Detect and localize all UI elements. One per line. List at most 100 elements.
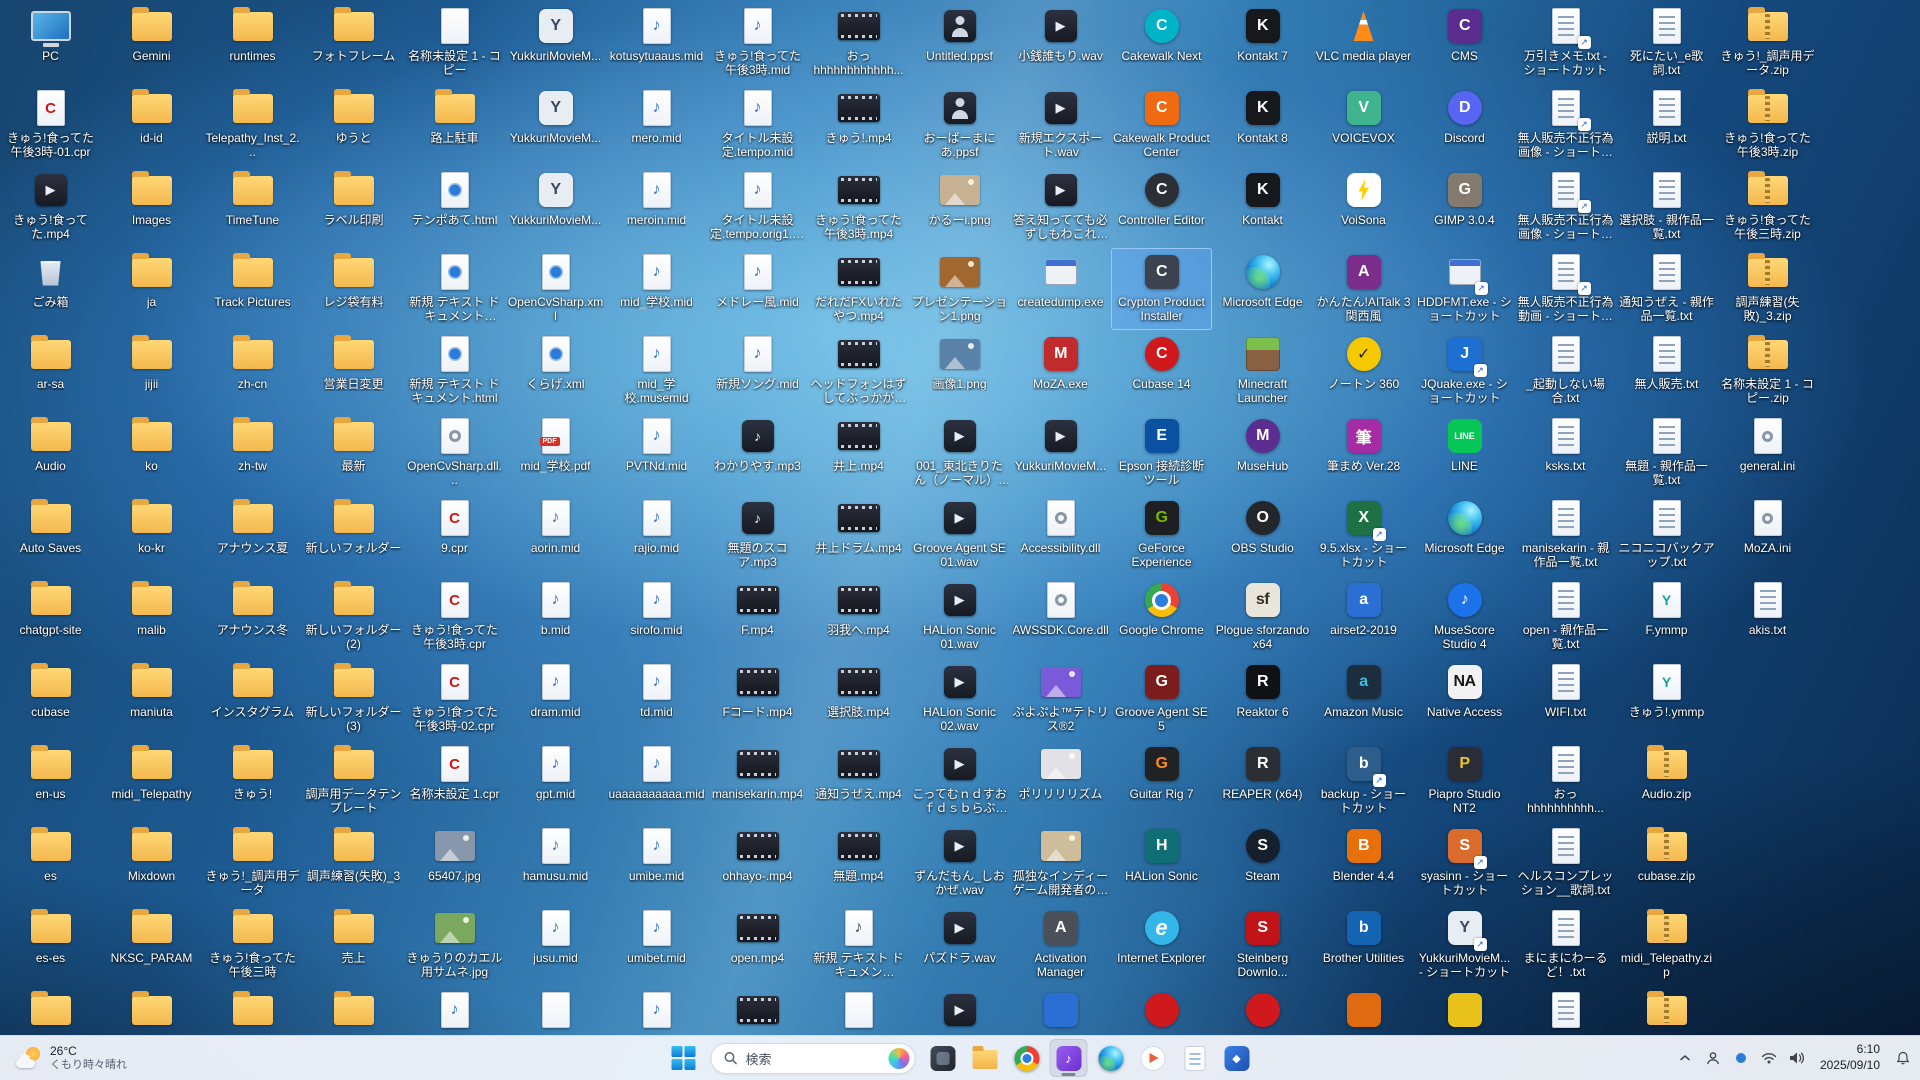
desktop-icon[interactable]: ▶ HALion Sonic 02.wav [909, 658, 1010, 740]
desktop-icon[interactable]: ko-kr [101, 494, 202, 576]
desktop-icon[interactable]: ♪ aorin.mid [505, 494, 606, 576]
desktop-icon[interactable]: F.mp4 [707, 576, 808, 658]
desktop-icon[interactable]: ↗無人販売不正行為画像 - ショートカッ... [1515, 84, 1616, 166]
desktop-icon[interactable]: Y YukkuriMovieM... [505, 2, 606, 84]
desktop-icon[interactable]: ar-sa [0, 330, 101, 412]
desktop-icon[interactable]: Y YukkuriMovieM... [505, 84, 606, 166]
desktop-icon[interactable]: sf Plogue sforzando x64 [1212, 576, 1313, 658]
desktop-icon[interactable]: C きゅう!食ってた午後3時.cpr [404, 576, 505, 658]
desktop-icon[interactable]: まにまにわーるど！.txt [1515, 904, 1616, 986]
search-box[interactable]: 検索 [710, 1042, 916, 1074]
desktop-icon[interactable]: Y F.ymmp [1616, 576, 1717, 658]
desktop-icon[interactable]: a Amazon Music [1313, 658, 1414, 740]
desktop-icon[interactable]: かるーi.png [909, 166, 1010, 248]
desktop-icon[interactable]: C 9.cpr [404, 494, 505, 576]
desktop-icon[interactable]: きゅうりのカエル用サムネ.jpg [404, 904, 505, 986]
desktop-icon[interactable]: ♪ umibet.mid [606, 904, 707, 986]
desktop-icon[interactable]: 調声用データテンプレート [303, 740, 404, 822]
chrome-button[interactable] [1008, 1039, 1046, 1077]
desktop-icon[interactable]: K Kontakt 8 [1212, 84, 1313, 166]
desktop-icon[interactable]: 路上駐車 [404, 84, 505, 166]
desktop-icon[interactable]: MoZA.ini [1717, 494, 1818, 576]
desktop-icon[interactable]: ↗無人販売不正行為画像 - ショートカット [1515, 166, 1616, 248]
desktop-icon[interactable]: Y きゅう!.ymmp [1616, 658, 1717, 740]
desktop-icon[interactable]: ksks.txt [1515, 412, 1616, 494]
desktop-icon[interactable]: open.mp4 [707, 904, 808, 986]
desktop-icon[interactable]: ▶ こってむｎｄすおｆｄｓｂらぶぁ.wav [909, 740, 1010, 822]
desktop-icon[interactable]: 新しいフォルダー [303, 494, 404, 576]
desktop-icon[interactable]: S Steinberg Downlo... [1212, 904, 1313, 986]
desktop-icon[interactable]: 通知うぜえ.mp4 [808, 740, 909, 822]
desktop-icon[interactable] [202, 986, 303, 1036]
desktop-icon[interactable]: ♪ [606, 986, 707, 1036]
desktop-icon[interactable]: NKSC_PARAM [101, 904, 202, 986]
desktop-icon[interactable]: Accessibility.dll [1010, 494, 1111, 576]
desktop-icon[interactable] [505, 986, 606, 1036]
desktop-icon[interactable]: 説明.txt [1616, 84, 1717, 166]
desktop-icon[interactable]: ↗ 万引きメモ.txt - ショートカット [1515, 2, 1616, 84]
desktop-icon[interactable]: zh-tw [202, 412, 303, 494]
edge-button[interactable] [1092, 1039, 1130, 1077]
desktop-icon[interactable]: P Piapro Studio NT2 [1414, 740, 1515, 822]
desktop-icon[interactable]: 羽我へ.mp4 [808, 576, 909, 658]
desktop-icon[interactable]: LINE LINE [1414, 412, 1515, 494]
desktop-icon[interactable]: Track Pictures [202, 248, 303, 330]
desktop-icon[interactable]: OpenCvSharp.dll... [404, 412, 505, 494]
desktop-icon[interactable]: Minecraft Launcher [1212, 330, 1313, 412]
desktop-icon[interactable]: open - 親作品一覧.txt [1515, 576, 1616, 658]
desktop-icon[interactable]: ✓ ノートン 360 [1313, 330, 1414, 412]
desktop-icon[interactable]: ▶ 001_東北きりたん（ノーマル）_今しゃ... [909, 412, 1010, 494]
desktop-icon[interactable]: 選択肢 - 親作品一覧.txt [1616, 166, 1717, 248]
desktop-icon[interactable]: 選択肢.mp4 [808, 658, 909, 740]
desktop-icon[interactable]: ♪ rajio.mid [606, 494, 707, 576]
desktop-icon[interactable]: malib [101, 576, 202, 658]
desktop-icon[interactable]: K Kontakt [1212, 166, 1313, 248]
desktop-icon[interactable]: Audio.zip [1616, 740, 1717, 822]
desktop-icon[interactable]: ゆうと [303, 84, 404, 166]
desktop-icon[interactable]: Microsoft Edge [1212, 248, 1313, 330]
desktop-icon[interactable]: ♪ jusu.mid [505, 904, 606, 986]
desktop-icon[interactable]: O OBS Studio [1212, 494, 1313, 576]
desktop-icon[interactable]: ↗ HDDFMT.exe - ショートカット [1414, 248, 1515, 330]
desktop-icon[interactable]: ♪ [404, 986, 505, 1036]
desktop-icon[interactable] [1010, 986, 1111, 1036]
desktop-icon[interactable]: _起動しない場合.txt [1515, 330, 1616, 412]
desktop-icon[interactable]: ♪ meroin.mid [606, 166, 707, 248]
desktop-icon[interactable]: maniuta [101, 658, 202, 740]
desktop-icon[interactable]: ♪ 無題のスコア.mp3 [707, 494, 808, 576]
desktop-icon[interactable]: きゅう!食ってた午後三時 [202, 904, 303, 986]
desktop-icon[interactable]: X ↗ 9.5.xlsx - ショートカット [1313, 494, 1414, 576]
desktop-icon[interactable]: C Crypton Product Installer [1111, 248, 1212, 330]
desktop-icon[interactable]: 最新 [303, 412, 404, 494]
desktop-icon[interactable]: 売上 [303, 904, 404, 986]
tray-chevron-up-icon[interactable] [1672, 1042, 1698, 1074]
desktop-icon[interactable]: くらげ.xml [505, 330, 606, 412]
weather-widget[interactable]: 26°C くもり時々晴れ [6, 1041, 137, 1076]
desktop-icon[interactable]: Auto Saves [0, 494, 101, 576]
desktop-icon[interactable]: 無題 - 親作品一覧.txt [1616, 412, 1717, 494]
desktop-icon[interactable]: G GeForce Experience [1111, 494, 1212, 576]
desktop-icon[interactable] [1616, 986, 1717, 1036]
desktop-icon[interactable]: midi_Telepathy.zip [1616, 904, 1717, 986]
desktop-icon[interactable]: S Steam [1212, 822, 1313, 904]
desktop-icon[interactable]: Y ↗ YukkuriMovieM... - ショートカット [1414, 904, 1515, 986]
desktop-icon[interactable]: ♪ b.mid [505, 576, 606, 658]
desktop-icon[interactable]: 新しいフォルダー (2) [303, 576, 404, 658]
desktop-icon[interactable]: G Guitar Rig 7 [1111, 740, 1212, 822]
desktop-icon[interactable] [1212, 986, 1313, 1036]
desktop-icon[interactable]: C Controller Editor [1111, 166, 1212, 248]
desktop-icon[interactable]: ▶ ずんだもん_しおかぜ.wav [909, 822, 1010, 904]
desktop-icon[interactable]: C CMS [1414, 2, 1515, 84]
desktop-icon[interactable]: ヘッドフォンはずしてぶっかがる.mp4 [808, 330, 909, 412]
desktop-icon[interactable]: K Kontakt 7 [1212, 2, 1313, 84]
desktop-icon[interactable]: AWSSDK.Core.dll [1010, 576, 1111, 658]
blue-app-button[interactable]: ◆ [1218, 1039, 1256, 1077]
desktop-icon[interactable]: ポリリリリズム [1010, 740, 1111, 822]
desktop-icon[interactable]: 調声練習(失敗)_3 [303, 822, 404, 904]
desktop-icon[interactable]: 無題.mp4 [808, 822, 909, 904]
notification-bell-icon[interactable] [1890, 1042, 1916, 1074]
desktop-icon[interactable]: ♪ 新規ソング.mid [707, 330, 808, 412]
desktop-icon[interactable]: es-es [0, 904, 101, 986]
desktop-icon[interactable]: テンポあて.html [404, 166, 505, 248]
desktop-icon[interactable]: C きゅう!食ってた午後3時-01.cpr [0, 84, 101, 166]
